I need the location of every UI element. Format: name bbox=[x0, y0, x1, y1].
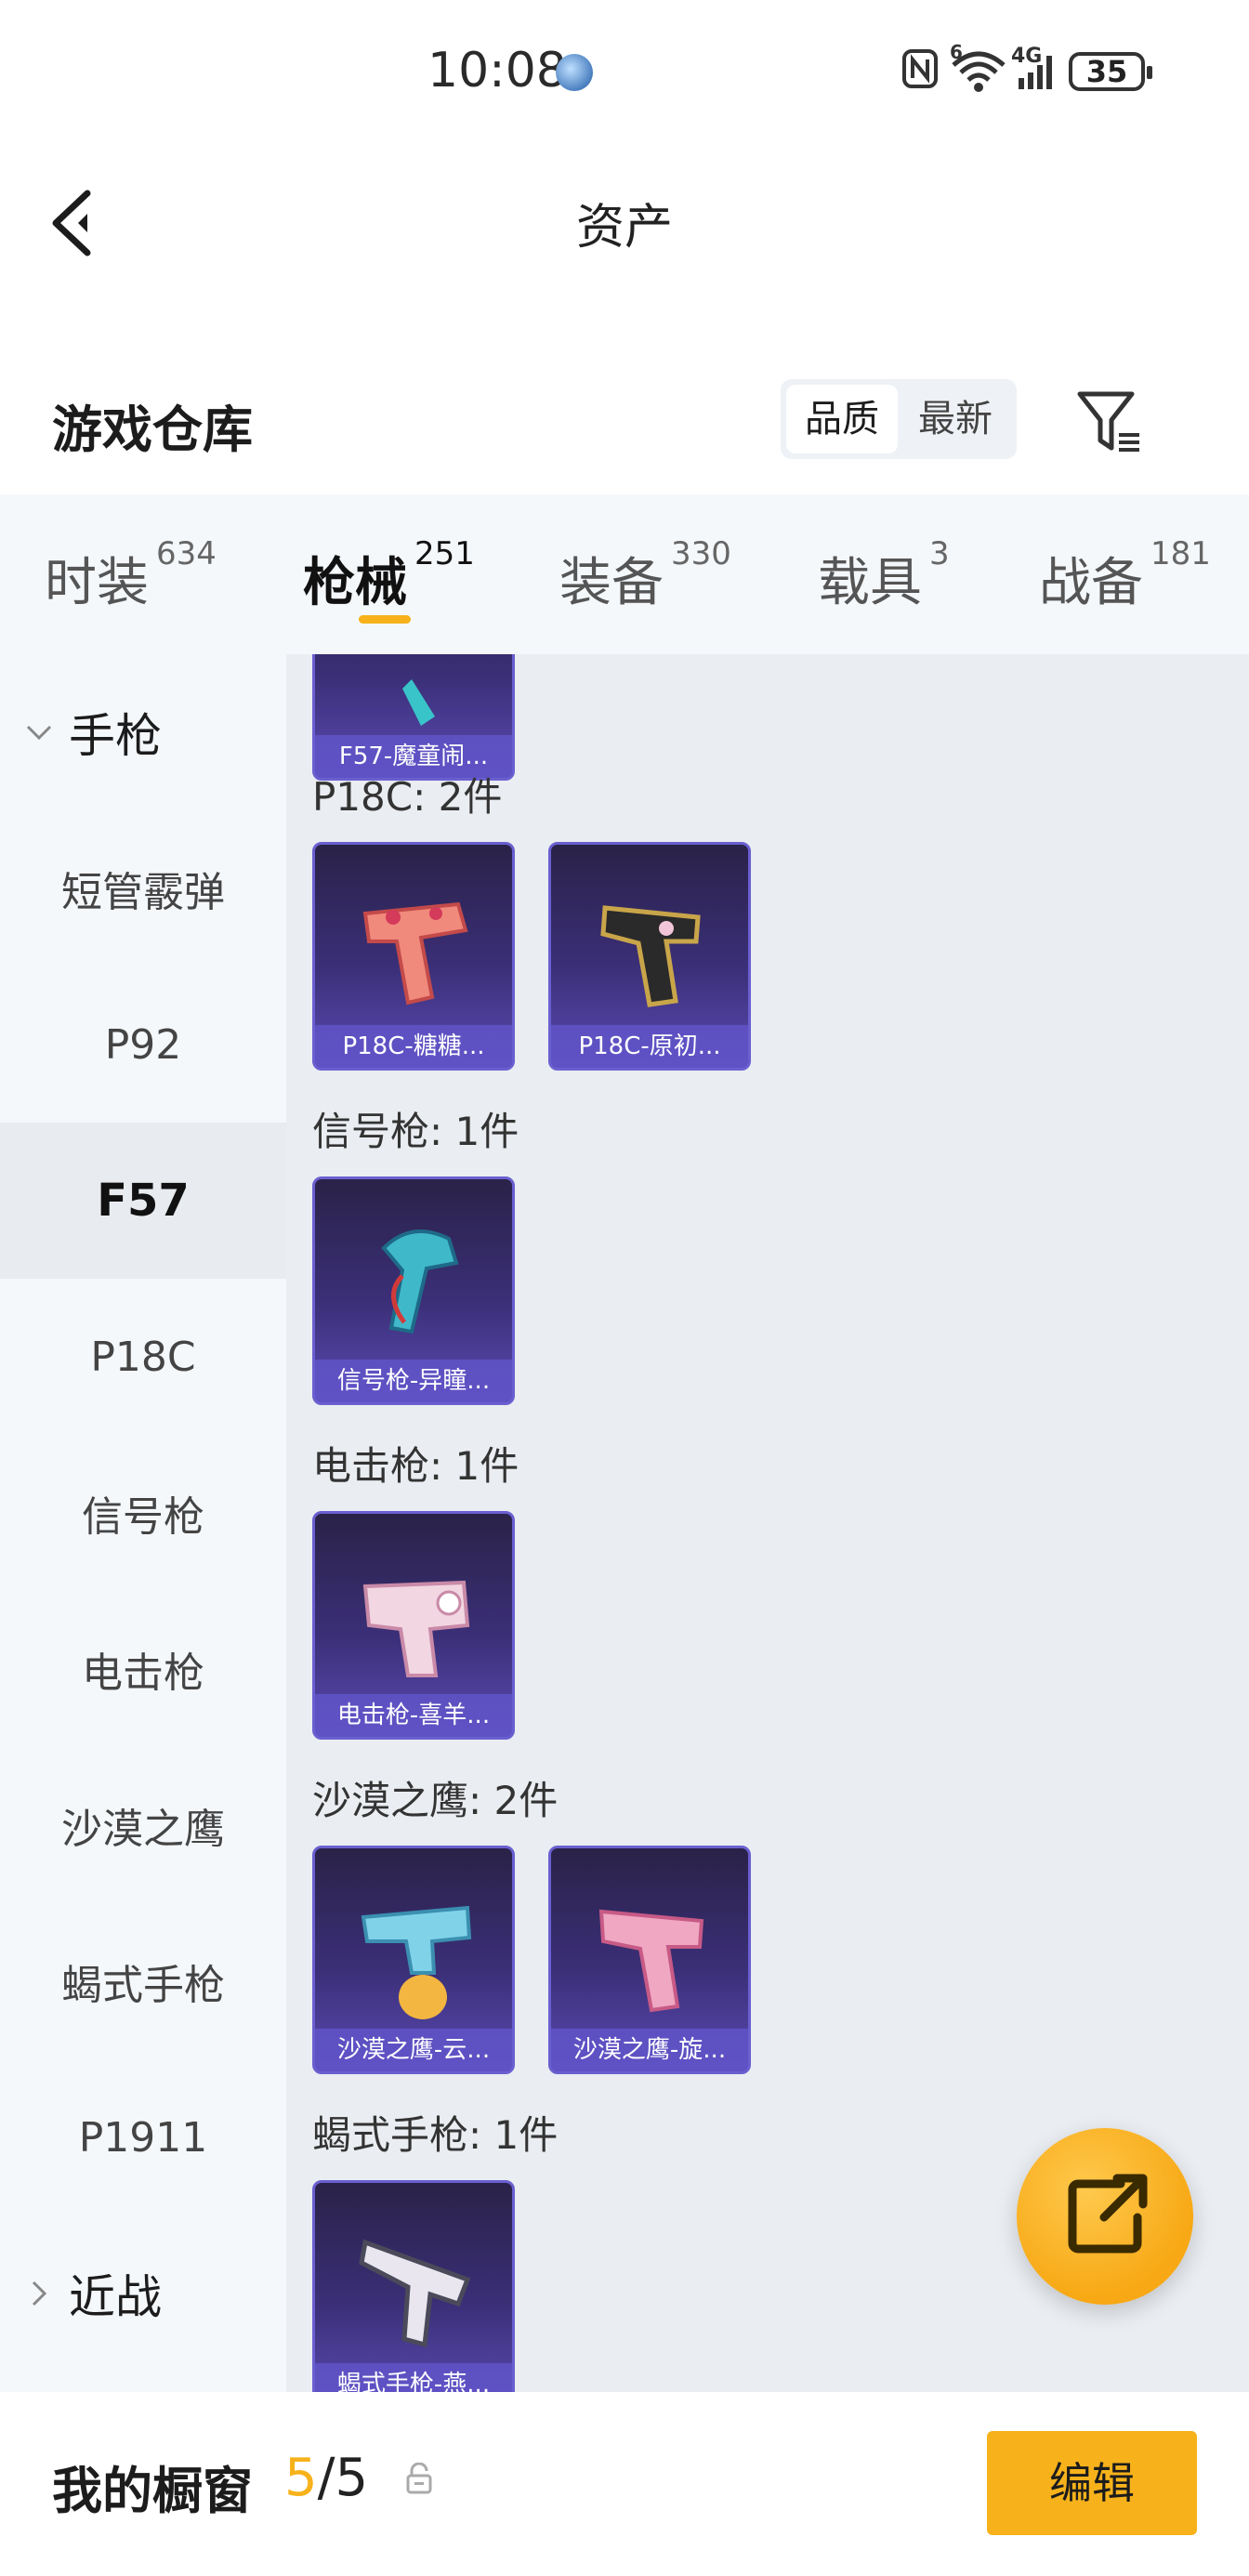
item-card-p18c-2[interactable]: P18C-原初... bbox=[548, 842, 751, 1071]
sidebar-item-f57[interactable]: F57 bbox=[0, 1123, 286, 1279]
showcase-separator: / bbox=[317, 2448, 335, 2508]
share-icon bbox=[1068, 2174, 1148, 2254]
item-card-flare-gun[interactable]: 信号枪-异瞳... bbox=[312, 1176, 515, 1405]
signal-icon bbox=[1019, 56, 1052, 89]
section-label-desert-eagle: 沙漠之鹰: 2件 bbox=[312, 1778, 559, 1823]
sidebar-item-p92[interactable]: P92 bbox=[0, 966, 286, 1123]
sidebar-item-p18c[interactable]: P18C bbox=[0, 1279, 286, 1435]
item-card-name: 沙漠之鹰-旋... bbox=[551, 2029, 748, 2071]
item-card-name: 电击枪-喜羊... bbox=[315, 1694, 512, 1737]
sidebar-group-melee[interactable]: 近战 bbox=[0, 2215, 286, 2372]
top-nav: 资产 bbox=[0, 139, 1249, 307]
tab-count: 634 bbox=[156, 535, 217, 572]
gun-skin-icon bbox=[359, 2239, 471, 2348]
sidebar-item-stun-gun[interactable]: 电击枪 bbox=[0, 1591, 286, 1747]
tab-equipment[interactable]: 装备 330 bbox=[559, 535, 731, 615]
tab-vehicles[interactable]: 载具 3 bbox=[818, 535, 950, 615]
item-card-p18c-1[interactable]: P18C-糖糖... bbox=[312, 842, 515, 1071]
showcase-bar: 我的橱窗 5/5 编辑 bbox=[0, 2392, 1249, 2576]
item-card-desert-eagle-2[interactable]: 沙漠之鹰-旋... bbox=[548, 1846, 751, 2074]
item-card-name: 信号枪-异瞳... bbox=[315, 1360, 512, 1402]
status-icons: 6 4G 35 bbox=[901, 41, 1180, 100]
tab-label: 装备 bbox=[559, 553, 664, 613]
tab-count: 251 bbox=[414, 535, 475, 572]
sort-quality-button[interactable]: 品质 bbox=[786, 385, 898, 453]
sidebar-item-label: P1911 bbox=[78, 2113, 208, 2162]
sidebar-item-label: 信号枪 bbox=[82, 1493, 204, 1541]
category-tabs: 时装 634 枪械 251 装备 330 载具 3 战备 181 bbox=[0, 494, 1249, 654]
showcase-count: 5/5 bbox=[284, 2448, 368, 2508]
sidebar-item-label: 沙漠之鹰 bbox=[61, 1806, 225, 1853]
sidebar-group-pistol[interactable]: 手枪 bbox=[0, 654, 286, 810]
app-notification-icon bbox=[556, 54, 593, 91]
page-title: 资产 bbox=[575, 200, 673, 256]
filter-icon[interactable] bbox=[1074, 387, 1145, 457]
tab-label: 战备 bbox=[1039, 553, 1143, 613]
item-card-name: P18C-糖糖... bbox=[315, 1025, 512, 1068]
sidebar-item-label: 蝎式手枪 bbox=[61, 1962, 225, 2009]
warehouse-title: 游戏仓库 bbox=[52, 401, 253, 459]
edit-button[interactable]: 编辑 bbox=[987, 2431, 1197, 2535]
active-tab-indicator bbox=[359, 615, 411, 624]
sidebar-item-short-shotgun[interactable]: 短管霰弹 bbox=[0, 810, 286, 966]
sidebar-group-label: 手枪 bbox=[69, 709, 162, 763]
gun-skin-icon bbox=[362, 1580, 470, 1677]
tab-count: 330 bbox=[671, 535, 731, 572]
chevron-right-icon bbox=[32, 2280, 47, 2307]
sort-newest-button[interactable]: 最新 bbox=[900, 385, 1011, 453]
sidebar-item-label: 电击枪 bbox=[82, 1649, 204, 1697]
tab-fashion[interactable]: 时装 634 bbox=[45, 535, 217, 615]
sidebar-item-desert-eagle[interactable]: 沙漠之鹰 bbox=[0, 1747, 286, 1903]
sidebar-item-label: P92 bbox=[104, 1020, 182, 1069]
chevron-down-icon bbox=[26, 725, 52, 741]
tab-label: 枪械 bbox=[303, 553, 407, 613]
battery-indicator: 35 bbox=[1069, 52, 1152, 91]
tab-count: 181 bbox=[1150, 535, 1211, 572]
sidebar-item-scorpion[interactable]: 蝎式手枪 bbox=[0, 1903, 286, 2059]
section-label-scorpion: 蝎式手枪: 1件 bbox=[312, 2112, 559, 2158]
tab-firearms[interactable]: 枪械 251 bbox=[303, 535, 475, 615]
wifi-6-badge: 6 bbox=[950, 41, 963, 63]
status-bar: 10:08 6 4G 35 bbox=[0, 0, 1249, 139]
sidebar-item-label: P18C bbox=[90, 1333, 196, 1381]
tab-label: 载具 bbox=[818, 553, 922, 613]
gun-skin-icon bbox=[600, 905, 701, 1007]
sidebar-item-p1911[interactable]: P1911 bbox=[0, 2059, 286, 2215]
sidebar-item-flare-gun[interactable]: 信号枪 bbox=[0, 1435, 286, 1591]
showcase-current: 5 bbox=[284, 2448, 318, 2508]
item-card-stun-gun[interactable]: 电击枪-喜羊... bbox=[312, 1511, 515, 1740]
status-time: 10:08 bbox=[427, 43, 567, 99]
tab-count: 3 bbox=[929, 535, 950, 572]
gun-skin-icon bbox=[381, 1229, 459, 1334]
tab-label: 时装 bbox=[45, 553, 149, 613]
tab-supplies[interactable]: 战备 181 bbox=[1039, 535, 1211, 615]
item-card-name: 沙漠之鹰-云... bbox=[315, 2029, 512, 2071]
showcase-title: 我的橱窗 bbox=[52, 2462, 253, 2520]
item-card-name: 蝎式手枪-燕... bbox=[315, 2363, 512, 2392]
gun-skin-icon bbox=[362, 901, 468, 1005]
section-label-flare-gun: 信号枪: 1件 bbox=[312, 1109, 519, 1154]
gun-skin-icon bbox=[361, 1905, 472, 2019]
showcase-total: 5 bbox=[335, 2448, 369, 2508]
weapon-category-sidebar: 手枪 短管霰弹 P92 F57 P18C 信号枪 电击枪 沙漠之鹰 蝎式手枪 P… bbox=[0, 654, 286, 2392]
item-card-f57[interactable]: F57-魔童闹... bbox=[312, 654, 515, 781]
item-card-desert-eagle-1[interactable]: 沙漠之鹰-云... bbox=[312, 1846, 515, 2074]
sidebar-item-label: 短管霰弹 bbox=[61, 869, 225, 916]
sidebar-item-label: F57 bbox=[97, 1175, 190, 1227]
gun-skin-icon bbox=[598, 1909, 704, 2013]
item-card-scorpion[interactable]: 蝎式手枪-燕... bbox=[312, 2180, 515, 2392]
sort-toggle: 品质 最新 bbox=[781, 379, 1017, 459]
nfc-icon bbox=[902, 49, 938, 88]
item-card-name: P18C-原初... bbox=[551, 1025, 748, 1068]
lock-icon bbox=[406, 2463, 432, 2494]
warehouse-header: 游戏仓库 品质 最新 bbox=[0, 353, 1249, 493]
gun-skin-icon bbox=[402, 679, 435, 726]
share-button[interactable] bbox=[1017, 2128, 1193, 2305]
section-label-stun-gun: 电击枪: 1件 bbox=[312, 1443, 519, 1489]
sidebar-group-label: 近战 bbox=[69, 2270, 162, 2324]
section-label-p18c: P18C: 2件 bbox=[312, 774, 503, 820]
